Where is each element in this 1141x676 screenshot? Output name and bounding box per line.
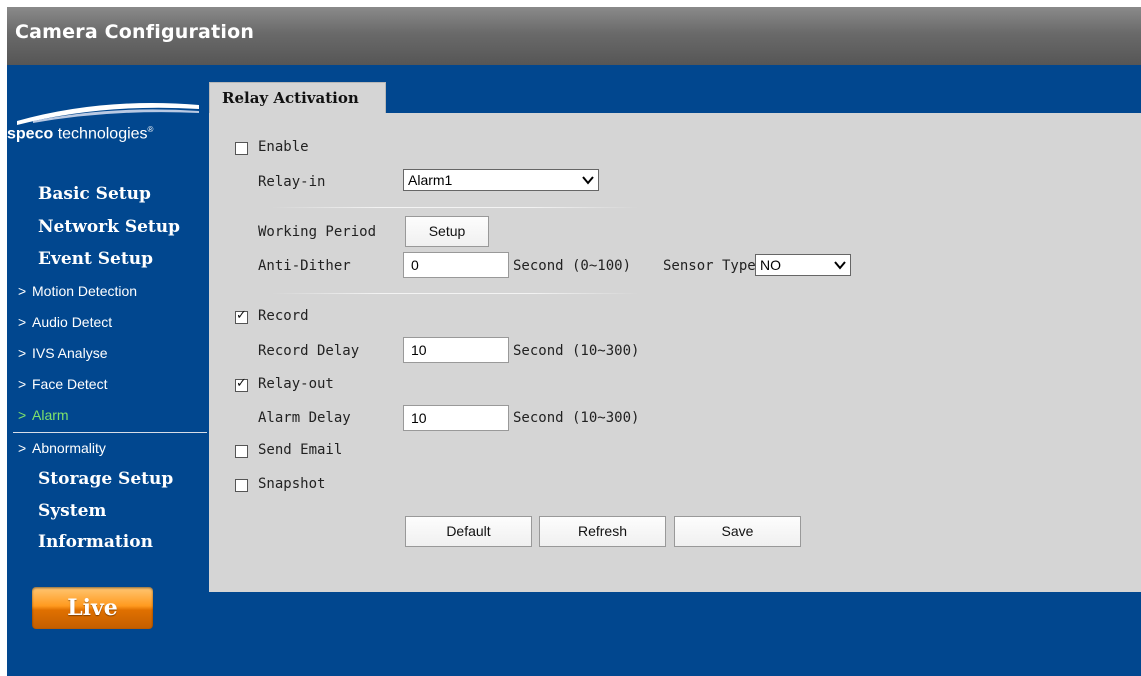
chevron-right-icon: > [18,345,27,361]
tab-relay-activation[interactable]: Relay Activation [209,82,386,113]
logo-brand-bold: speco [7,125,54,143]
logo-registered-mark: ® [147,125,154,134]
chevron-right-icon: > [18,376,27,392]
record-delay-unit: Second (10~300) [513,343,640,359]
sensor-type-select[interactable]: NO [755,254,851,276]
relay-in-select[interactable]: Alarm1 [403,169,599,191]
live-button[interactable]: Live [32,587,153,629]
active-item-underline [13,432,207,433]
record-delay-label: Record Delay [258,343,360,359]
save-button[interactable]: Save [674,516,801,547]
anti-dither-unit: Second (0~100) [513,258,632,274]
chevron-right-icon: > [18,407,27,423]
send-email-checkbox[interactable] [235,445,248,458]
relay-in-value: Alarm1 [408,172,453,188]
nav-sub-label: Face Detect [32,376,108,392]
logo-swoosh-icon [17,103,199,125]
sensor-type-value: NO [760,257,781,273]
anti-dither-input[interactable] [403,252,509,278]
working-period-label: Working Period [258,224,377,240]
nav-network-setup[interactable]: Network Setup [38,217,180,237]
anti-dither-label: Anti-Dither [258,258,351,274]
refresh-button[interactable]: Refresh [539,516,666,547]
relay-in-label: Relay-in [258,174,326,190]
app-title: Camera Configuration [15,21,255,43]
nav-sub-face-detect[interactable]: > Face Detect [18,376,107,392]
nav-sub-audio-detect[interactable]: > Audio Detect [18,314,112,330]
nav-sub-motion-detection[interactable]: > Motion Detection [18,283,137,299]
nav-sub-abnormality[interactable]: > Abnormality [18,440,106,456]
nav-system[interactable]: System [38,501,106,521]
chevron-down-icon [582,176,594,185]
title-bar: Camera Configuration [7,7,1141,65]
relay-out-label: Relay-out [258,376,334,392]
separator-line [271,293,639,294]
snapshot-label: Snapshot [258,476,326,492]
record-checkbox[interactable] [235,308,248,324]
snapshot-checkbox[interactable] [235,479,248,492]
nav-sub-label: Motion Detection [32,283,138,299]
logo-brand-rest: technologies [53,125,148,143]
chevron-right-icon: > [18,314,27,330]
sensor-type-label: Sensor Type [663,258,756,274]
logo-text: speco technologies® [7,125,153,143]
alarm-delay-input[interactable] [403,405,509,431]
relay-out-checkbox[interactable] [235,376,248,392]
chevron-right-icon: > [18,440,27,456]
default-button[interactable]: Default [405,516,532,547]
app-frame: Camera Configuration speco technologies®… [7,7,1141,676]
nav-sub-label: Alarm [32,407,69,423]
nav-event-setup[interactable]: Event Setup [38,249,153,269]
nav-sub-ivs-analyse[interactable]: > IVS Analyse [18,345,108,361]
record-label: Record [258,308,309,324]
nav-sub-label: IVS Analyse [32,345,108,361]
record-delay-input[interactable] [403,337,509,363]
nav-information[interactable]: Information [38,532,153,552]
separator-line [271,207,639,208]
chevron-down-icon [834,261,846,270]
alarm-delay-unit: Second (10~300) [513,410,640,426]
chevron-right-icon: > [18,283,27,299]
alarm-delay-label: Alarm Delay [258,410,351,426]
nav-basic-setup[interactable]: Basic Setup [38,184,151,204]
nav-sub-label: Abnormality [32,440,106,456]
enable-label: Enable [258,139,309,155]
brand-logo: speco technologies® [7,95,207,155]
send-email-label: Send Email [258,442,343,458]
working-period-setup-button[interactable]: Setup [405,216,489,247]
nav-sub-alarm[interactable]: > Alarm [18,407,69,423]
nav-storage-setup[interactable]: Storage Setup [38,469,173,489]
nav-sub-label: Audio Detect [32,314,113,330]
settings-panel: Enable Relay-in Alarm1 Working Period Se… [209,113,1141,592]
enable-checkbox[interactable] [235,142,248,155]
